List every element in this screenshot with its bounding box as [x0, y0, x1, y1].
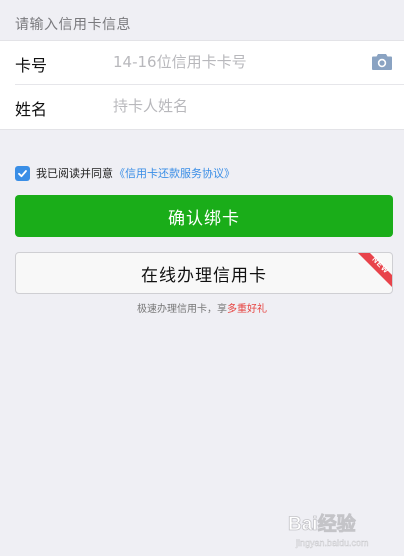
promo-highlight: 多重好礼 [227, 304, 267, 315]
agreement-checkbox[interactable] [15, 165, 30, 181]
section-header: 请输入信用卡信息 [15, 17, 131, 33]
card-number-label: 卡号 [15, 56, 48, 75]
name-label: 姓名 [15, 100, 48, 119]
agreement-link[interactable]: 《信用卡还款服务协议》 [114, 165, 235, 181]
apply-credit-card-button[interactable]: 在线办理信用卡 NEW [15, 252, 393, 294]
camera-icon[interactable] [371, 53, 393, 71]
checkmark-icon [18, 169, 27, 177]
promo-text-main: 极速办理信用卡，享 [137, 304, 227, 315]
baidu-jingyan-watermark: Bai经验 jingyan.baidu.com [288, 512, 369, 549]
name-row: 姓名 [0, 85, 404, 128]
apply-credit-card-label: 在线办理信用卡 [141, 265, 267, 286]
card-form: 卡号 姓名 [0, 40, 404, 130]
agreement-row: 我已阅读并同意 《信用卡还款服务协议》 [15, 164, 235, 182]
watermark-sub: jingyan.baidu.com [295, 538, 369, 548]
agreement-text: 我已阅读并同意 [36, 167, 113, 180]
promo-text: 极速办理信用卡，享多重好礼 [0, 300, 404, 315]
card-number-input[interactable] [113, 49, 353, 75]
new-badge: NEW [358, 253, 392, 287]
name-input[interactable] [113, 93, 353, 119]
watermark-text: Bai经验 [288, 512, 357, 535]
confirm-bind-button[interactable]: 确认绑卡 [15, 195, 393, 237]
card-number-row: 卡号 [0, 41, 404, 85]
confirm-bind-label: 确认绑卡 [168, 208, 240, 229]
